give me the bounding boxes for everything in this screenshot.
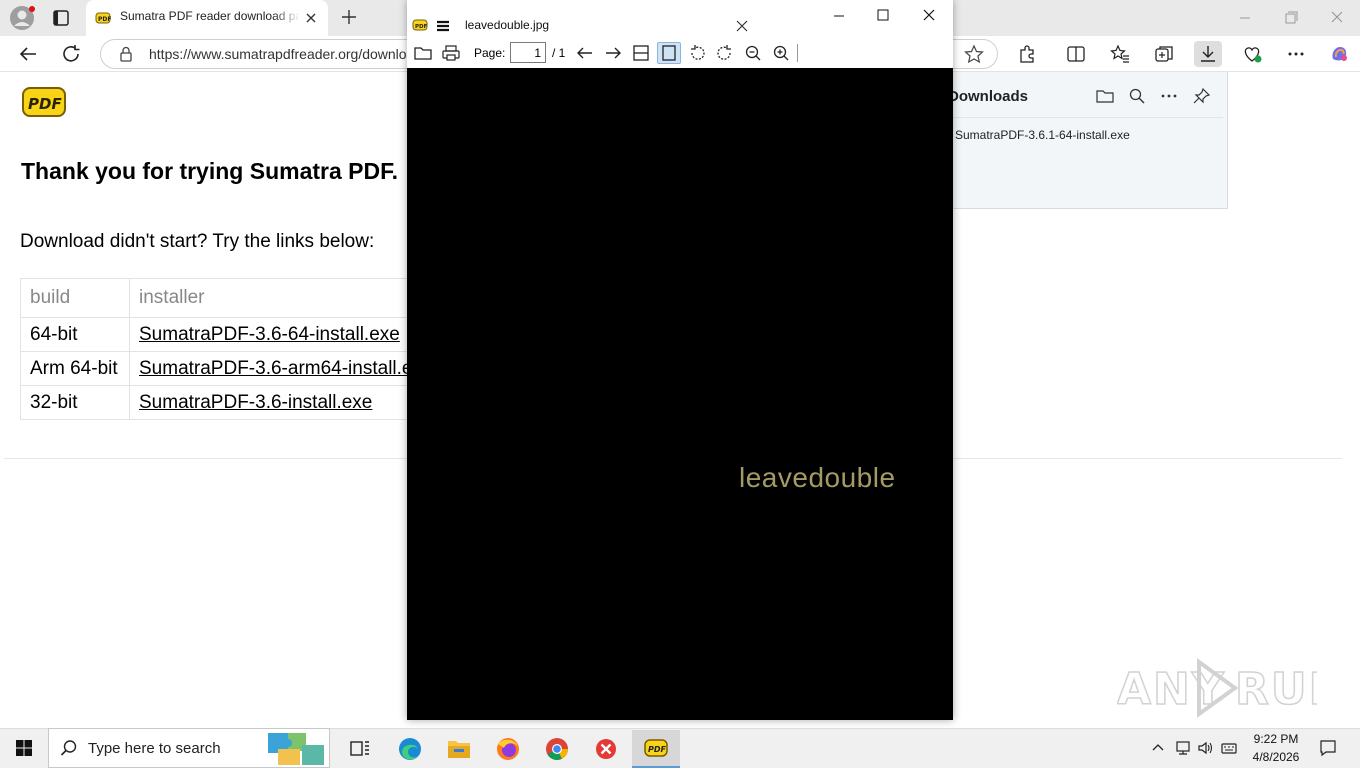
profile-notification-dot bbox=[29, 6, 35, 12]
browser-essentials-icon[interactable] bbox=[1238, 41, 1266, 67]
svg-text:PDF: PDF bbox=[98, 16, 111, 23]
download-item-filename[interactable]: SumatraPDF-3.6.1-64-install.exe bbox=[955, 128, 1130, 142]
previous-page-arrow-icon[interactable] bbox=[573, 42, 597, 64]
task-view-icon[interactable] bbox=[336, 730, 384, 768]
column-header-build: build bbox=[20, 278, 130, 318]
copilot-icon[interactable] bbox=[1325, 41, 1353, 67]
red-x-app-icon[interactable] bbox=[582, 730, 630, 768]
zoom-out-icon[interactable] bbox=[741, 42, 765, 64]
svg-text:PDF: PDF bbox=[415, 24, 428, 30]
collections-icon[interactable] bbox=[1150, 41, 1178, 67]
build-cell: Arm 64-bit bbox=[20, 351, 130, 386]
zoom-in-icon[interactable] bbox=[769, 42, 793, 64]
build-cell: 32-bit bbox=[20, 385, 130, 420]
anyrun-watermark-logo: ANY RUN bbox=[1117, 654, 1317, 720]
sumatra-taskbar-icon[interactable]: PDF bbox=[632, 730, 680, 768]
sumatra-minimize-button[interactable] bbox=[829, 6, 849, 26]
more-options-icon[interactable] bbox=[1282, 41, 1310, 67]
search-icon[interactable] bbox=[1127, 87, 1147, 105]
sumatra-tab-title[interactable]: leavedouble.jpg bbox=[465, 18, 549, 32]
notification-center-icon[interactable] bbox=[1318, 738, 1338, 758]
open-folder-icon[interactable] bbox=[1095, 87, 1115, 105]
downloads-icon[interactable] bbox=[1194, 41, 1222, 67]
page-subtext: Download didn't start? Try the links bel… bbox=[20, 231, 375, 252]
toolbar-separator bbox=[797, 44, 798, 62]
document-image-text: leavedouble bbox=[739, 462, 896, 493]
start-button[interactable] bbox=[0, 728, 48, 768]
new-tab-button[interactable] bbox=[338, 6, 360, 28]
clock-date[interactable]: 4/8/2026 bbox=[1238, 750, 1314, 764]
print-icon[interactable] bbox=[439, 42, 463, 64]
installer-link[interactable]: SumatraPDF-3.6-install.exe bbox=[139, 392, 372, 413]
downloads-panel-title: Downloads bbox=[948, 88, 1029, 105]
page-heading: Thank you for trying Sumatra PDF. bbox=[21, 158, 398, 184]
more-options-icon[interactable] bbox=[1159, 87, 1179, 105]
show-hidden-icons-chevron-icon[interactable] bbox=[1151, 741, 1165, 755]
page-label: Page: bbox=[474, 46, 506, 60]
sumatra-logo[interactable]: PDF bbox=[22, 86, 66, 118]
back-arrow-icon[interactable] bbox=[16, 43, 40, 65]
sumatra-favicon-icon: PDF bbox=[95, 10, 111, 26]
lock-icon[interactable] bbox=[117, 45, 135, 63]
tab-close-icon[interactable] bbox=[302, 9, 320, 27]
favorite-star-icon[interactable] bbox=[963, 44, 985, 64]
sumatra-app-icon: PDF bbox=[412, 18, 428, 32]
clock-time[interactable]: 9:22 PM bbox=[1238, 732, 1314, 746]
sumatra-maximize-button[interactable] bbox=[873, 6, 893, 26]
browser-restore-button[interactable] bbox=[1278, 8, 1304, 28]
edge-browser-icon[interactable] bbox=[386, 730, 434, 768]
volume-icon[interactable] bbox=[1197, 740, 1215, 756]
next-page-arrow-icon[interactable] bbox=[601, 42, 625, 64]
installer-link[interactable]: SumatraPDF-3.6-arm64-install.exe bbox=[139, 358, 433, 379]
sumatra-close-button[interactable] bbox=[918, 6, 940, 26]
search-highlight-puzzle-icon[interactable] bbox=[264, 729, 328, 767]
browser-minimize-button[interactable] bbox=[1232, 8, 1258, 28]
installer-cell: SumatraPDF-3.6-arm64-install.exe bbox=[129, 351, 443, 386]
firefox-icon[interactable] bbox=[484, 730, 532, 768]
taskbar-search-placeholder: Type here to search bbox=[88, 740, 221, 757]
table-row: 32-bit SumatraPDF-3.6-install.exe bbox=[20, 385, 443, 420]
split-screen-icon[interactable] bbox=[1062, 41, 1090, 67]
column-header-installer: installer bbox=[129, 278, 443, 318]
sumatra-tab-close-icon[interactable] bbox=[735, 19, 749, 33]
page-total: / 1 bbox=[552, 46, 566, 60]
svg-text:RUN: RUN bbox=[1235, 664, 1317, 715]
table-row: Arm 64-bit SumatraPDF-3.6-arm64-install.… bbox=[20, 351, 443, 386]
open-folder-icon[interactable] bbox=[411, 42, 435, 64]
table-row: 64-bit SumatraPDF-3.6-64-install.exe bbox=[20, 317, 443, 352]
tab-actions-menu-button[interactable] bbox=[48, 5, 74, 31]
document-canvas[interactable] bbox=[407, 68, 953, 720]
hamburger-menu-icon[interactable] bbox=[436, 19, 450, 33]
table-header-row: build installer bbox=[20, 278, 443, 318]
installer-cell: SumatraPDF-3.6-64-install.exe bbox=[129, 317, 443, 352]
rotate-left-icon[interactable] bbox=[685, 42, 709, 64]
keyboard-language-icon[interactable] bbox=[1220, 740, 1238, 756]
favorites-icon[interactable] bbox=[1106, 41, 1134, 67]
download-table: build installer 64-bit SumatraPDF-3.6-64… bbox=[20, 278, 443, 420]
installer-cell: SumatraPDF-3.6-install.exe bbox=[129, 385, 443, 420]
page-number-input[interactable] bbox=[510, 42, 546, 63]
fit-width-icon[interactable] bbox=[629, 42, 653, 64]
svg-text:PDF: PDF bbox=[648, 745, 667, 754]
file-explorer-icon[interactable] bbox=[435, 730, 483, 768]
fit-page-icon[interactable] bbox=[657, 42, 681, 64]
search-icon bbox=[60, 739, 78, 757]
svg-text:PDF: PDF bbox=[28, 95, 62, 113]
pin-icon[interactable] bbox=[1192, 87, 1212, 105]
installer-link[interactable]: SumatraPDF-3.6-64-install.exe bbox=[139, 324, 400, 345]
rotate-right-icon[interactable] bbox=[713, 42, 737, 64]
extensions-icon[interactable] bbox=[1013, 41, 1041, 67]
build-cell: 64-bit bbox=[20, 317, 130, 352]
reload-icon[interactable] bbox=[60, 43, 84, 65]
network-icon[interactable] bbox=[1174, 740, 1192, 756]
tab-title: Sumatra PDF reader download page bbox=[120, 9, 300, 23]
browser-close-button[interactable] bbox=[1324, 8, 1350, 28]
chrome-icon[interactable] bbox=[533, 730, 581, 768]
downloads-panel-divider bbox=[953, 117, 1223, 118]
